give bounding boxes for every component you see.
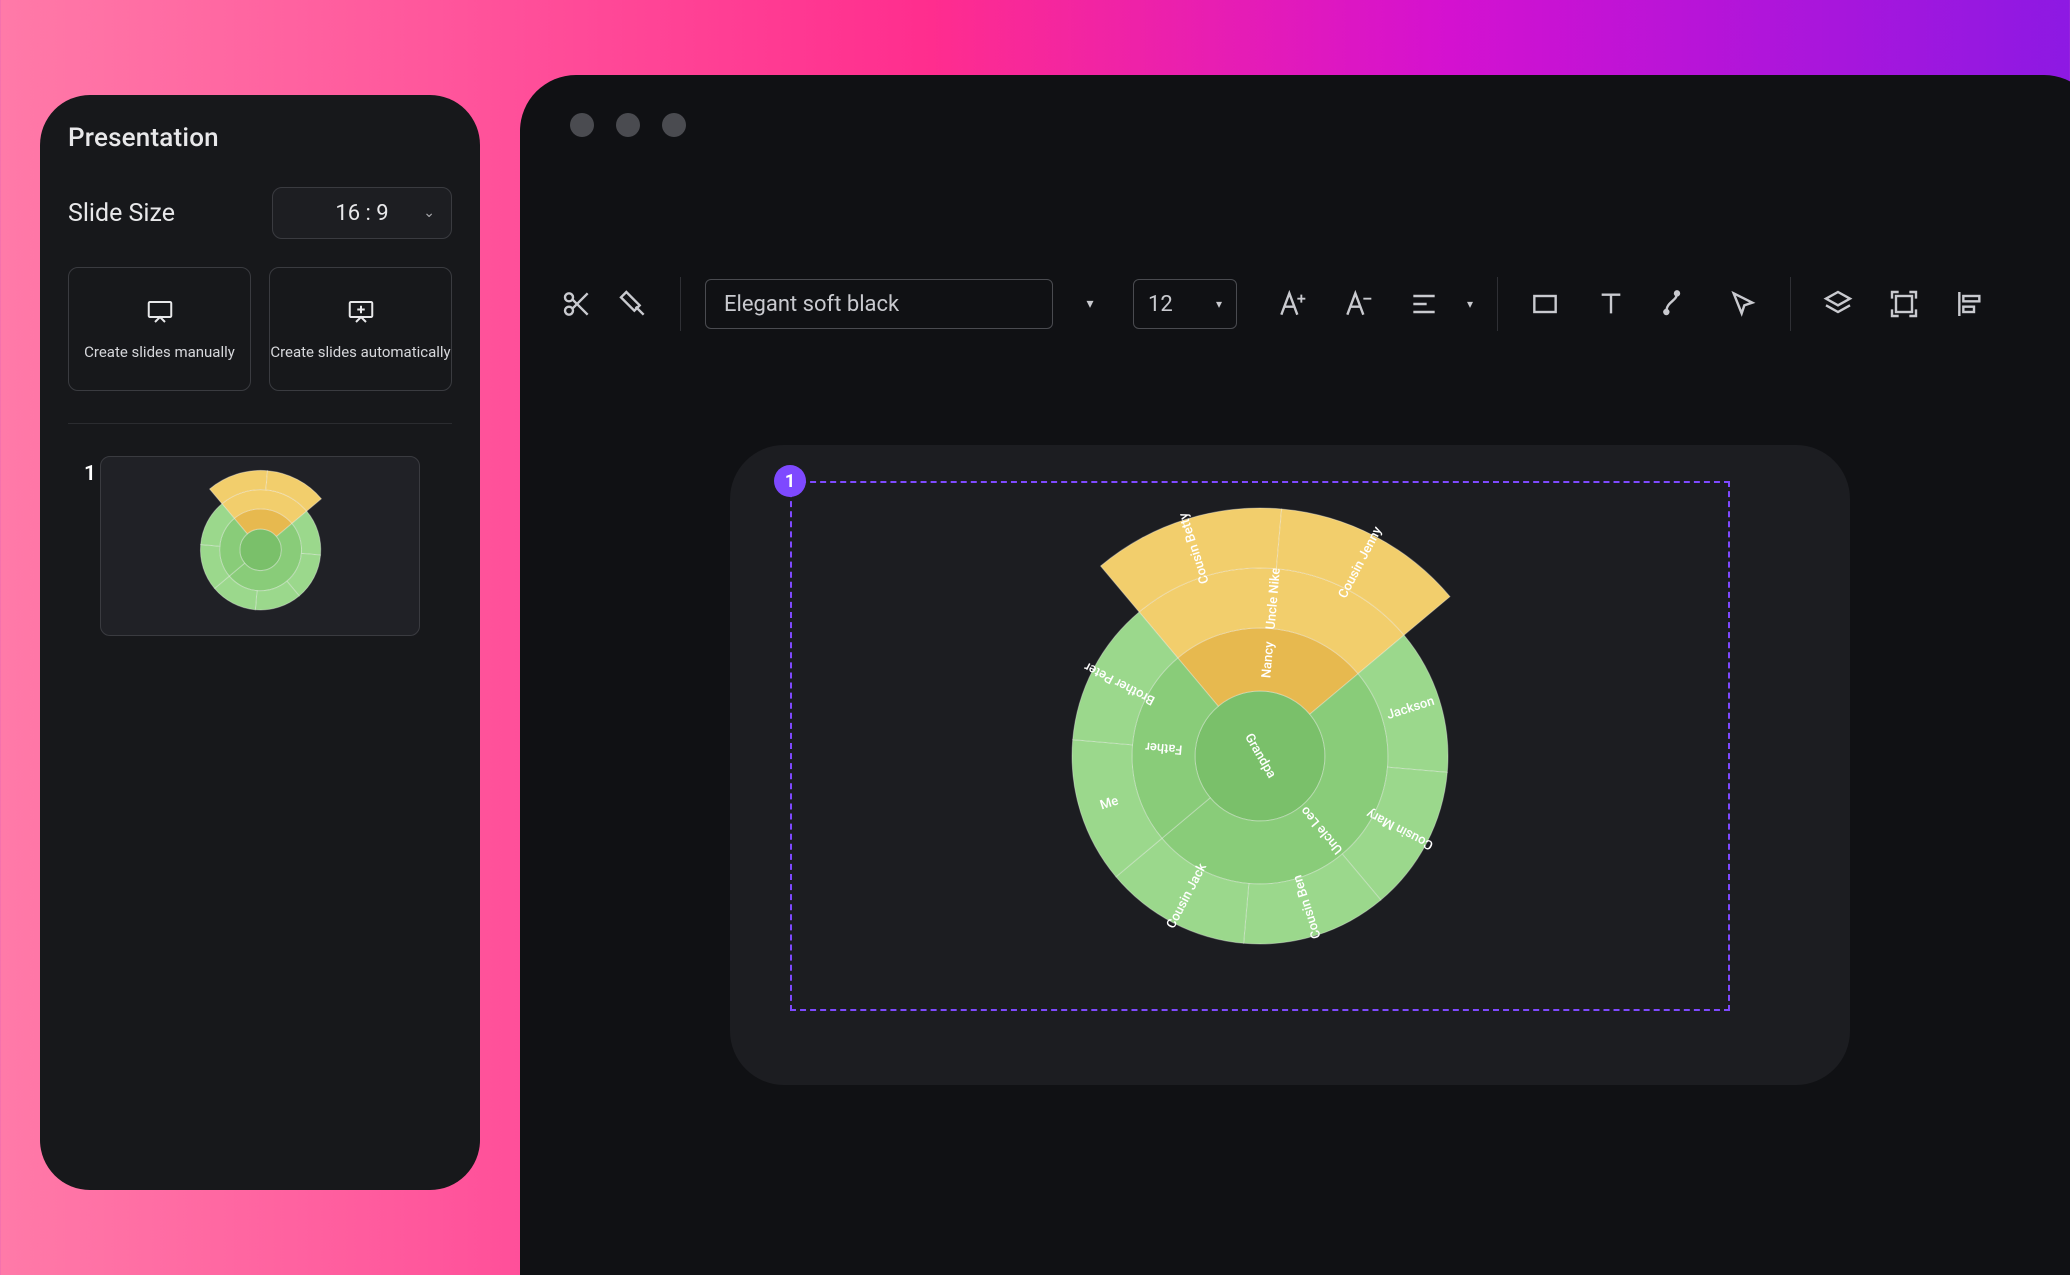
divider <box>1497 277 1498 331</box>
scissors-icon <box>561 288 593 320</box>
font-increase-icon <box>1276 288 1308 320</box>
maximize-window-icon[interactable] <box>662 113 686 137</box>
selection-box[interactable]: 1 NancyUncle NikeCousin BettyCousin Jenn… <box>790 481 1730 1011</box>
group-button[interactable] <box>1881 281 1927 327</box>
align-left-icon <box>1954 288 1986 320</box>
slide-size-value: 16 : 9 <box>335 201 388 226</box>
window-controls <box>570 113 686 137</box>
create-auto-button[interactable]: Create slides automatically <box>269 267 452 391</box>
text-icon <box>1595 288 1627 320</box>
sunburst-chart[interactable]: NancyUncle NikeCousin BettyCousin JennyU… <box>980 466 1540 1026</box>
slide-thumbnail-wrap: 1 <box>100 456 420 636</box>
shape-button[interactable] <box>1522 281 1568 327</box>
align-button[interactable] <box>1401 281 1447 327</box>
line-icon <box>1661 288 1693 320</box>
create-manual-button[interactable]: Create slides manually <box>68 267 251 391</box>
increase-font-button[interactable] <box>1269 281 1315 327</box>
text-button[interactable] <box>1588 281 1634 327</box>
caret-down-icon[interactable]: ▾ <box>1467 297 1473 311</box>
presentation-plus-icon <box>346 297 376 327</box>
group-icon <box>1888 288 1920 320</box>
format-painter-button[interactable] <box>610 281 656 327</box>
editor-window: Elegant soft black ▾ 12 ▾ ▾ <box>520 75 2070 1275</box>
cursor-button[interactable] <box>1720 281 1766 327</box>
caret-down-icon: ▾ <box>1216 297 1222 311</box>
chevron-down-icon: ⌄ <box>423 205 435 221</box>
slide-size-select[interactable]: 16 : 9 ⌄ <box>272 187 452 239</box>
presentation-icon <box>145 297 175 327</box>
minimize-window-icon[interactable] <box>616 113 640 137</box>
font-family-select[interactable]: Elegant soft black <box>705 279 1053 329</box>
font-size-select[interactable]: 12 ▾ <box>1133 279 1237 329</box>
align-objects-button[interactable] <box>1947 281 1993 327</box>
create-buttons-row: Create slides manually Create slides aut… <box>68 267 452 391</box>
font-family-value: Elegant soft black <box>724 292 899 317</box>
selection-badge: 1 <box>774 465 806 497</box>
close-window-icon[interactable] <box>570 113 594 137</box>
slide-thumbnail[interactable] <box>100 456 420 636</box>
font-size-value: 12 <box>1148 292 1173 317</box>
paint-icon <box>617 288 649 320</box>
slide-size-label: Slide Size <box>68 199 175 228</box>
font-decrease-icon <box>1342 288 1374 320</box>
cursor-icon <box>1727 288 1759 320</box>
thumbnail-chart <box>101 457 420 636</box>
divider <box>1790 277 1791 331</box>
divider <box>68 423 452 424</box>
presentation-panel: Presentation Slide Size 16 : 9 ⌄ Create … <box>40 95 480 1190</box>
align-icon <box>1408 288 1440 320</box>
create-manual-label: Create slides manually <box>84 343 235 361</box>
panel-title: Presentation <box>68 123 452 153</box>
line-button[interactable] <box>1654 281 1700 327</box>
font-family-dropdown[interactable]: ▾ <box>1073 279 1107 329</box>
caret-down-icon: ▾ <box>1086 296 1093 312</box>
decrease-font-button[interactable] <box>1335 281 1381 327</box>
cut-button[interactable] <box>554 281 600 327</box>
divider <box>680 277 681 331</box>
create-auto-label: Create slides automatically <box>270 343 450 361</box>
editor-toolbar: Elegant soft black ▾ 12 ▾ ▾ <box>554 265 2070 343</box>
slide-size-row: Slide Size 16 : 9 ⌄ <box>68 187 452 239</box>
slide-number: 1 <box>84 462 96 486</box>
layers-button[interactable] <box>1815 281 1861 327</box>
layers-icon <box>1822 288 1854 320</box>
rectangle-icon <box>1529 288 1561 320</box>
